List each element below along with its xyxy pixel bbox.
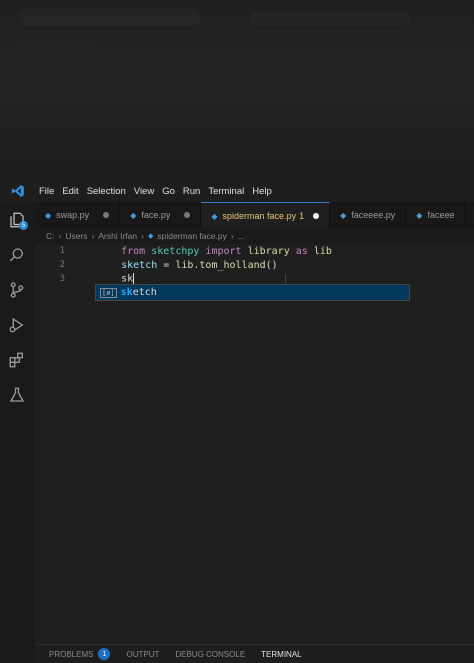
operator: ()	[265, 259, 278, 271]
vscode-logo-icon	[0, 184, 35, 198]
keyword: as	[295, 245, 314, 257]
code-line: 2 sketch = lib.tom_holland()	[35, 258, 278, 272]
unsaved-dot-icon[interactable]	[103, 212, 110, 218]
testing-flask-icon[interactable]	[7, 385, 27, 405]
problem-count: 1	[299, 211, 305, 221]
tab-faceeee-py[interactable]: ◆ faceeee.py	[330, 202, 407, 228]
identifier: lib	[313, 245, 332, 257]
problems-badge: 1	[98, 648, 111, 660]
menu-go[interactable]: Go	[158, 186, 179, 197]
text-cursor	[133, 273, 135, 285]
tab-spiderman-face-py[interactable]: ◆ spiderman face.py 1	[201, 202, 331, 228]
editor-tab-bar: ◆ swap.py ◆ face.py ◆ spiderman face.py …	[35, 202, 474, 228]
variable-icon: [ø]	[100, 287, 117, 298]
blurred-shape	[20, 8, 200, 26]
menu-terminal[interactable]: Terminal	[204, 186, 248, 197]
chevron-right-icon: ›	[58, 231, 62, 241]
operator: =	[157, 259, 176, 271]
tab-terminal[interactable]: TERMINAL	[253, 650, 309, 659]
tab-face-py[interactable]: ◆ face.py	[120, 202, 202, 228]
breadcrumb-drive[interactable]: C:	[46, 231, 55, 241]
tab-label: TERMINAL	[261, 649, 302, 659]
python-file-icon: ◆	[45, 210, 52, 220]
source-control-icon[interactable]	[7, 280, 27, 300]
function-name: tom_holland	[199, 259, 266, 271]
menu-run[interactable]: Run	[179, 186, 204, 197]
identifier: lib	[175, 259, 194, 271]
tab-label: swap.py	[56, 210, 90, 220]
menu-file[interactable]: File	[35, 186, 58, 197]
panel-tab-bar: PROBLEMS 1 OUTPUT DEBUG CONSOLE TERMINAL	[35, 644, 474, 663]
suggestion-match: sk	[120, 287, 133, 298]
explorer-badge: 5	[19, 221, 28, 230]
menu-edit[interactable]: Edit	[58, 186, 82, 197]
python-file-icon: ◆	[211, 211, 218, 221]
unsaved-dot-icon[interactable]	[313, 213, 320, 219]
video-backdrop	[0, 0, 474, 180]
tab-label: PROBLEMS	[49, 649, 94, 659]
tab-output[interactable]: OUTPUT	[118, 650, 167, 659]
menu-view[interactable]: View	[130, 186, 158, 197]
run-debug-icon[interactable]	[7, 315, 27, 335]
suggestion-label: sketch	[121, 287, 157, 298]
python-file-icon: ◆	[416, 210, 423, 220]
tab-label: OUTPUT	[126, 649, 160, 659]
extensions-icon[interactable]	[7, 350, 27, 370]
python-file-icon: ◆	[340, 210, 347, 220]
tab-label: DEBUG CONSOLE	[175, 649, 246, 659]
tab-label: faceeee.py	[351, 210, 396, 220]
suggestion-rest: etch	[132, 287, 157, 298]
unsaved-dot-icon[interactable]	[184, 212, 191, 218]
tab-label: face.py	[141, 210, 171, 220]
title-bar: File Edit Selection View Go Run Terminal…	[0, 180, 474, 202]
search-icon[interactable]	[7, 245, 27, 265]
python-file-icon: ◆	[130, 210, 137, 220]
blurred-shape	[10, 40, 100, 80]
code-line: 3 sk	[35, 272, 135, 286]
line-number: 1	[59, 246, 65, 256]
code-editor[interactable]: 1 from sketchpy import library as lib 2 …	[35, 244, 474, 644]
tab-swap-py[interactable]: ◆ swap.py	[35, 202, 121, 228]
menu-selection[interactable]: Selection	[83, 186, 130, 197]
tab-label: faceee	[427, 210, 455, 220]
tab-problems[interactable]: PROBLEMS 1	[41, 648, 118, 660]
autocomplete-suggestion[interactable]: [ø] sketch	[95, 284, 410, 301]
menu-help[interactable]: Help	[248, 186, 276, 197]
line-number: 3	[59, 274, 65, 284]
indent-guide	[285, 274, 286, 284]
line-number: 2	[59, 260, 65, 270]
activity-bar	[0, 202, 35, 662]
tab-label: spiderman face.py	[222, 211, 297, 221]
blurred-shape	[250, 12, 410, 26]
tab-debug-console[interactable]: DEBUG CONSOLE	[167, 650, 253, 659]
code-line: 1 from sketchpy import library as lib	[35, 244, 332, 258]
tab-faceee[interactable]: ◆ faceee	[406, 202, 466, 228]
